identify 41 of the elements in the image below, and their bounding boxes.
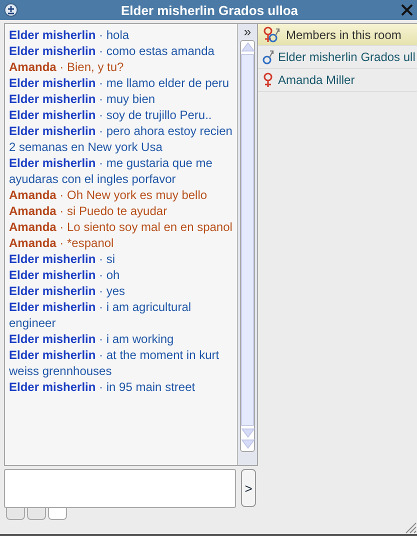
chat-message: Amanda · Lo siento soy mal en en spanol bbox=[9, 219, 233, 235]
chat-message: Elder misherlin · hola bbox=[9, 27, 130, 43]
member-item[interactable]: Elder misherlin Grados ull bbox=[258, 46, 417, 69]
chat-message: Amanda · Bien, y tu? bbox=[9, 59, 125, 75]
chat-message: Elder misherlin · pero ahora estoy recien 2 semanas en New york Usa bbox=[9, 123, 233, 155]
collapse-button[interactable]: » bbox=[244, 24, 252, 40]
tab[interactable] bbox=[6, 508, 25, 520]
message-input[interactable] bbox=[4, 469, 236, 508]
scroll-up-icon[interactable] bbox=[240, 42, 254, 52]
chat-message: Elder misherlin · soy de trujillo Peru.. bbox=[9, 107, 213, 123]
members-title: Members in this room bbox=[286, 28, 402, 42]
scrollbar[interactable] bbox=[240, 40, 255, 452]
scroll-down-icon[interactable] bbox=[240, 428, 254, 450]
male-icon bbox=[262, 49, 274, 65]
member-item[interactable]: Amanda Miller bbox=[258, 69, 417, 92]
chat-message: Elder misherlin · in 95 main street bbox=[9, 379, 196, 395]
chat-message: Elder misherlin · muy bien bbox=[9, 91, 156, 107]
close-icon[interactable] bbox=[401, 4, 413, 16]
chat-message: Elder misherlin · at the moment in kurt weiss grennhouses bbox=[9, 347, 220, 379]
chat-message: Elder misherlin · si bbox=[9, 251, 116, 267]
chat-message: Elder misherlin · me llamo elder de peru bbox=[9, 75, 230, 91]
tab[interactable] bbox=[27, 508, 46, 520]
chat-message: Elder misherlin · me gustaria que me ayudaras con el ingles porfavor bbox=[9, 155, 214, 187]
scroll-thumb[interactable] bbox=[241, 54, 254, 426]
member-name: Amanda Miller bbox=[278, 73, 355, 87]
resize-grip-icon[interactable] bbox=[403, 520, 417, 534]
plus-minus-icon[interactable] bbox=[4, 3, 18, 17]
send-button[interactable]: > bbox=[241, 469, 256, 507]
chat-message: Elder misherlin · oh bbox=[9, 267, 121, 283]
chat-message: Amanda · Oh New york es muy bello bbox=[9, 187, 208, 203]
tab[interactable] bbox=[48, 508, 67, 520]
chat-message: Elder misherlin · como estas amanda bbox=[9, 43, 216, 59]
chat-message: Amanda · *espanol bbox=[9, 235, 115, 251]
chat-message: Amanda · si Puedo te ayudar bbox=[9, 203, 168, 219]
female-icon bbox=[262, 72, 274, 88]
member-name: Elder misherlin Grados ull bbox=[278, 50, 416, 64]
chat-message: Elder misherlin · yes bbox=[9, 283, 126, 299]
chat-message: Elder misherlin · i am working bbox=[9, 331, 175, 347]
window-title: Elder misherlin Grados ulloa bbox=[120, 2, 299, 18]
chat-message: Elder misherlin · i am agricultural engineer bbox=[9, 299, 192, 331]
group-icon bbox=[262, 26, 282, 44]
